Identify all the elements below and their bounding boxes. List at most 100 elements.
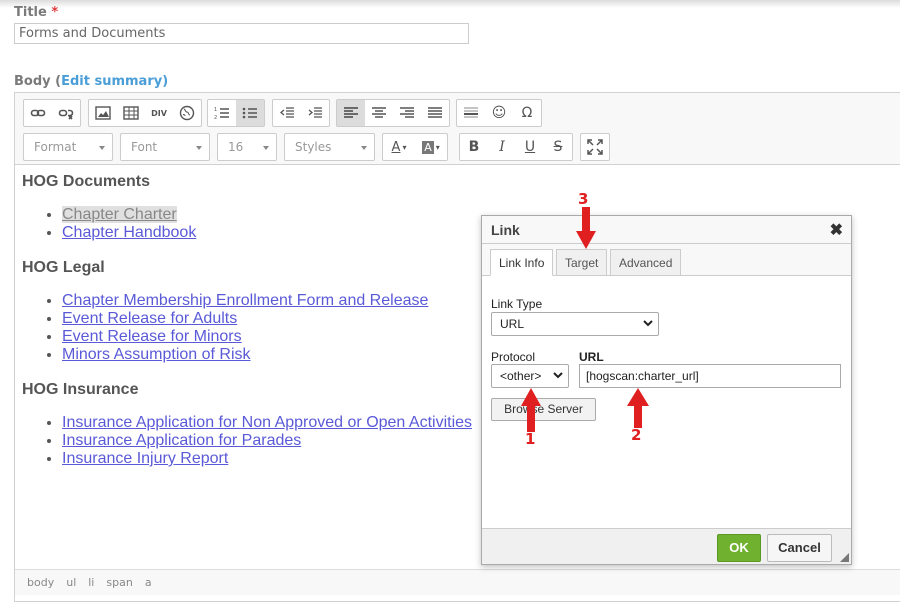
section-list: Chapter Membership Enrollment Form and R… (22, 292, 428, 364)
font-size-dropdown[interactable]: 16 (217, 133, 277, 161)
text-color-icon[interactable]: A ▾ (383, 134, 415, 160)
link-group (23, 99, 81, 127)
title-label: Title * (14, 5, 59, 20)
tab-advanced[interactable]: Advanced (610, 249, 682, 276)
list-item: Insurance Application for Non Approved o… (62, 414, 472, 432)
doc-link[interactable]: Chapter Membership Enrollment Form and R… (62, 292, 428, 309)
increase-indent-icon[interactable] (301, 100, 329, 126)
edit-summary-link[interactable]: Edit summary (61, 74, 162, 89)
element-path-bar: body ul li span a (15, 569, 900, 595)
dialog-footer: OK Cancel (482, 528, 851, 564)
resize-handle-icon[interactable] (840, 553, 849, 562)
path-item[interactable]: body (27, 576, 54, 589)
list-item: Insurance Application for Parades (62, 432, 472, 450)
protocol-select[interactable]: <other> (491, 364, 569, 388)
underline-icon[interactable]: U (516, 134, 544, 160)
table-icon[interactable] (117, 100, 145, 126)
list-group: 12 (207, 99, 265, 127)
section-heading: HOG Legal (22, 259, 105, 276)
list-item: Chapter Membership Enrollment Form and R… (62, 292, 428, 310)
link-type-select[interactable]: URL (491, 312, 659, 336)
close-icon[interactable]: ✖ (830, 220, 843, 240)
dialog-header[interactable]: Link ✖ (482, 216, 851, 244)
doc-link[interactable]: Minors Assumption of Risk (62, 346, 251, 363)
path-item[interactable]: li (88, 576, 94, 589)
list-item: Minors Assumption of Risk (62, 346, 428, 364)
list-item: Chapter Charter (62, 206, 196, 224)
doc-link[interactable]: Insurance Injury Report (62, 450, 228, 467)
section-heading: HOG Insurance (22, 381, 139, 398)
globe-icon[interactable] (173, 100, 201, 126)
background-color-icon[interactable]: A ▾ (415, 134, 447, 160)
chevron-down-icon (99, 146, 105, 150)
color-group: A ▾ A ▾ (382, 133, 448, 161)
annotation-arrow-3-icon (576, 207, 596, 249)
annotation-label-3: 3 (578, 190, 589, 208)
tab-target[interactable]: Target (556, 249, 608, 276)
section-heading: HOG Documents (22, 173, 151, 190)
chevron-down-icon (263, 146, 269, 150)
ok-button[interactable]: OK (717, 534, 761, 562)
bold-icon[interactable]: B (460, 134, 488, 160)
styles-dropdown[interactable]: Styles (284, 133, 375, 161)
browse-server-button[interactable]: Browse Server (491, 398, 596, 421)
link-icon[interactable] (24, 100, 52, 126)
doc-link[interactable]: Insurance Application for Non Approved o… (62, 414, 472, 431)
list-item: Chapter Handbook (62, 224, 196, 242)
image-icon[interactable] (89, 100, 117, 126)
section-list: Insurance Application for Non Approved o… (22, 414, 472, 468)
cancel-button[interactable]: Cancel (767, 534, 832, 562)
align-center-icon[interactable] (365, 100, 393, 126)
path-item[interactable]: a (145, 576, 152, 589)
doc-link[interactable]: Chapter Charter (62, 206, 177, 223)
doc-link[interactable]: Event Release for Adults (62, 310, 237, 327)
insert-group: DIV (88, 99, 202, 127)
align-right-icon[interactable] (393, 100, 421, 126)
doc-link[interactable]: Event Release for Minors (62, 328, 242, 345)
bulleted-list-icon[interactable] (236, 100, 264, 126)
dialog-tabs: Link Info Target Advanced (482, 244, 851, 276)
link-type-label: Link Type (491, 297, 543, 311)
path-item[interactable]: ul (66, 576, 76, 589)
maximize-icon[interactable] (581, 134, 609, 160)
smiley-icon[interactable]: ☺ (485, 100, 513, 126)
numbered-list-icon[interactable]: 12 (208, 100, 236, 126)
annotation-label-2: 2 (631, 426, 642, 444)
editor-toolbar: DIV 12 ☺ Ω Format Font 16 Styles A ▾ A ▾… (15, 93, 900, 165)
align-group (336, 99, 450, 127)
decrease-indent-icon[interactable] (273, 100, 301, 126)
format-dropdown[interactable]: Format (23, 133, 113, 161)
horizontal-rule-icon[interactable] (457, 100, 485, 126)
list-item: Insurance Injury Report (62, 450, 472, 468)
body-label: Body (Edit summary) (14, 74, 169, 89)
doc-link[interactable]: Chapter Handbook (62, 224, 196, 241)
chevron-down-icon (643, 320, 653, 327)
basic-style-group: B I U S (459, 133, 573, 161)
div-container-icon[interactable]: DIV (145, 100, 173, 126)
align-left-icon[interactable] (337, 100, 365, 126)
unlink-icon[interactable] (52, 100, 80, 126)
chevron-down-icon (196, 146, 202, 150)
url-label: URL (579, 350, 604, 364)
annotation-arrow-1-icon (521, 388, 541, 432)
special-character-icon[interactable]: Ω (513, 100, 541, 126)
path-item[interactable]: span (106, 576, 132, 589)
chevron-down-icon (361, 146, 367, 150)
svg-text:2: 2 (214, 115, 217, 120)
font-dropdown[interactable]: Font (120, 133, 210, 161)
svg-text:1: 1 (214, 107, 217, 113)
title-input[interactable]: Forms and Documents (14, 23, 469, 44)
tab-link-info[interactable]: Link Info (490, 249, 554, 276)
strikethrough-icon[interactable]: S (544, 134, 572, 160)
justify-icon[interactable] (421, 100, 449, 126)
italic-icon[interactable]: I (488, 134, 516, 160)
indent-group (272, 99, 330, 127)
section-list: Chapter Charter Chapter Handbook (22, 206, 196, 242)
url-input[interactable]: [hogscan:charter_url] (579, 364, 841, 388)
list-item: Event Release for Adults (62, 310, 428, 328)
annotation-arrow-2-icon (627, 388, 649, 428)
doc-link[interactable]: Insurance Application for Parades (62, 432, 301, 449)
list-item: Event Release for Minors (62, 328, 428, 346)
required-mark: * (51, 5, 59, 20)
top-shadow (0, 0, 900, 8)
